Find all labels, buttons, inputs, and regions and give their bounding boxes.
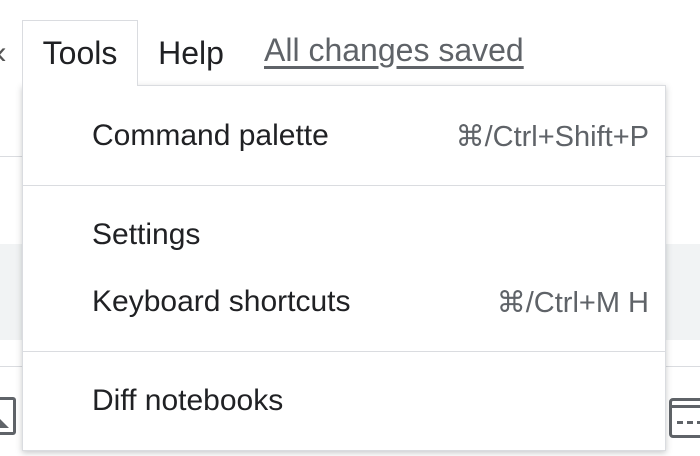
menu-item-label: Settings (92, 218, 201, 251)
notebook-window: ‹ Tools Help All changes saved Command p… (0, 0, 700, 456)
menu-item-label: Diff notebooks (92, 384, 284, 417)
menu-item-settings[interactable]: Settings (23, 202, 665, 268)
menu-item-command-palette[interactable]: Command palette ⌘/Ctrl+Shift+P (23, 102, 665, 170)
save-status-link[interactable]: All changes saved (264, 32, 524, 69)
menu-item-keyboard-shortcuts[interactable]: Keyboard shortcuts ⌘/Ctrl+M H (23, 268, 665, 336)
image-icon[interactable] (0, 397, 16, 435)
console-icon[interactable] (669, 398, 700, 438)
menu-item-label: Keyboard shortcuts (92, 285, 351, 318)
menu-item-shortcut: ⌘/Ctrl+M H (496, 286, 649, 319)
menu-item-label: Command palette (92, 119, 329, 152)
menubar-cut-off-item: ‹ (0, 34, 7, 71)
menu-separator (23, 351, 665, 352)
menu-item-shortcut: ⌘/Ctrl+Shift+P (455, 120, 649, 153)
tools-dropdown-menu: Command palette ⌘/Ctrl+Shift+P Settings … (22, 85, 666, 451)
menu-tools[interactable]: Tools (22, 20, 138, 86)
menu-separator (23, 185, 665, 186)
menu-item-diff-notebooks[interactable]: Diff notebooks (23, 367, 665, 435)
menu-help[interactable]: Help (141, 20, 241, 86)
